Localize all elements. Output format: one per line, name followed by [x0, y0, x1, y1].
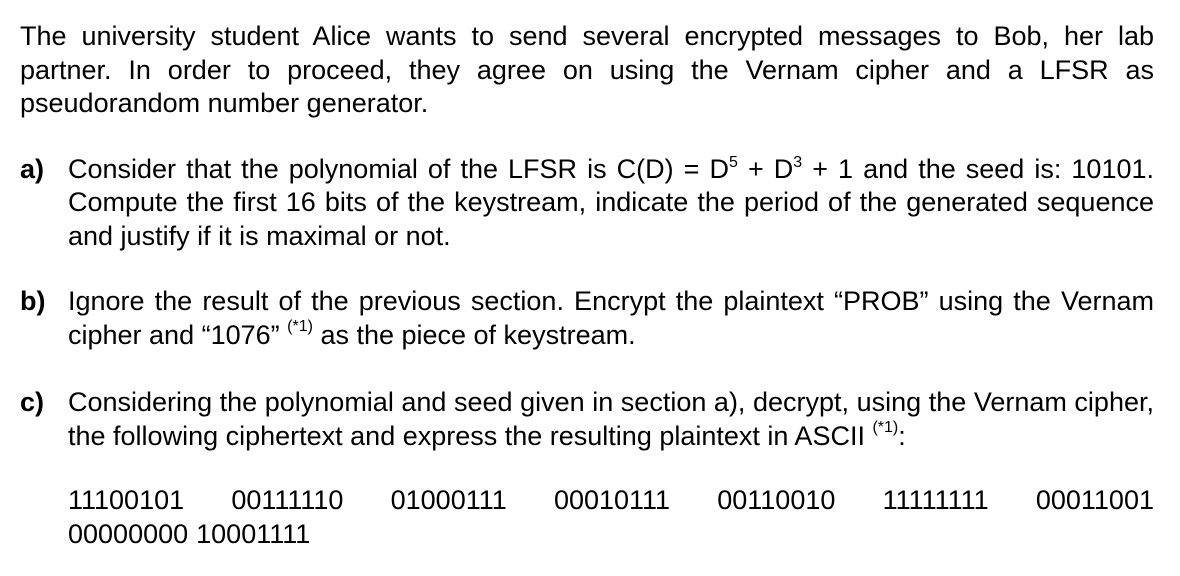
exponent-5: 5	[728, 153, 738, 171]
ciphertext-byte: 10001111	[196, 518, 311, 549]
question-b: b) Ignore the result of the previous sec…	[20, 285, 1154, 352]
question-a-text: Consider that the polynomial of the LFSR…	[68, 154, 1154, 251]
question-c-text: Considering the polynomial and seed give…	[68, 387, 1154, 451]
question-b-text-part: as the piece of keystream.	[312, 319, 636, 350]
ciphertext-byte: 01000111	[390, 485, 507, 515]
question-c-marker: c)	[20, 387, 45, 417]
ciphertext-byte: 11111111	[882, 485, 989, 515]
ciphertext-byte: 00011001	[1035, 485, 1154, 515]
question-a-marker: a)	[20, 153, 45, 184]
footnote-marker: (*1)	[287, 317, 313, 335]
question-a-text-part: + D	[737, 153, 794, 184]
question-a: a) Consider that the polynomial of the L…	[20, 153, 1154, 254]
ciphertext-byte: 11100101	[68, 485, 185, 515]
ciphertext-byte: 00110010	[717, 485, 836, 515]
ciphertext-byte: 00010111	[553, 485, 671, 515]
ciphertext-byte: 00000000	[68, 518, 189, 549]
ciphertext-row-1: 11100101 00111110 01000111 00010111 0011…	[68, 484, 1154, 518]
footnote-marker: (*1)	[872, 418, 899, 436]
question-c-text-part: Considering the polynomial and seed give…	[68, 387, 1154, 451]
ciphertext-row-2: 00000000 10001111	[68, 518, 1154, 552]
intro-paragraph: The university student Alice wants to se…	[20, 21, 1154, 118]
document-page: The university student Alice wants to se…	[20, 20, 1154, 551]
ciphertext-byte: 00111110	[231, 485, 344, 515]
ciphertext-block: 11100101 00111110 01000111 00010111 0011…	[20, 484, 1154, 551]
question-b-text: Ignore the result of the previous sectio…	[68, 286, 1154, 350]
question-c: c) Considering the polynomial and seed g…	[20, 386, 1154, 453]
question-b-marker: b)	[20, 286, 46, 316]
question-a-text-part: Consider that the polynomial of the LFSR…	[68, 153, 729, 184]
exponent-3: 3	[793, 153, 803, 171]
question-c-text-part: :	[898, 420, 906, 451]
